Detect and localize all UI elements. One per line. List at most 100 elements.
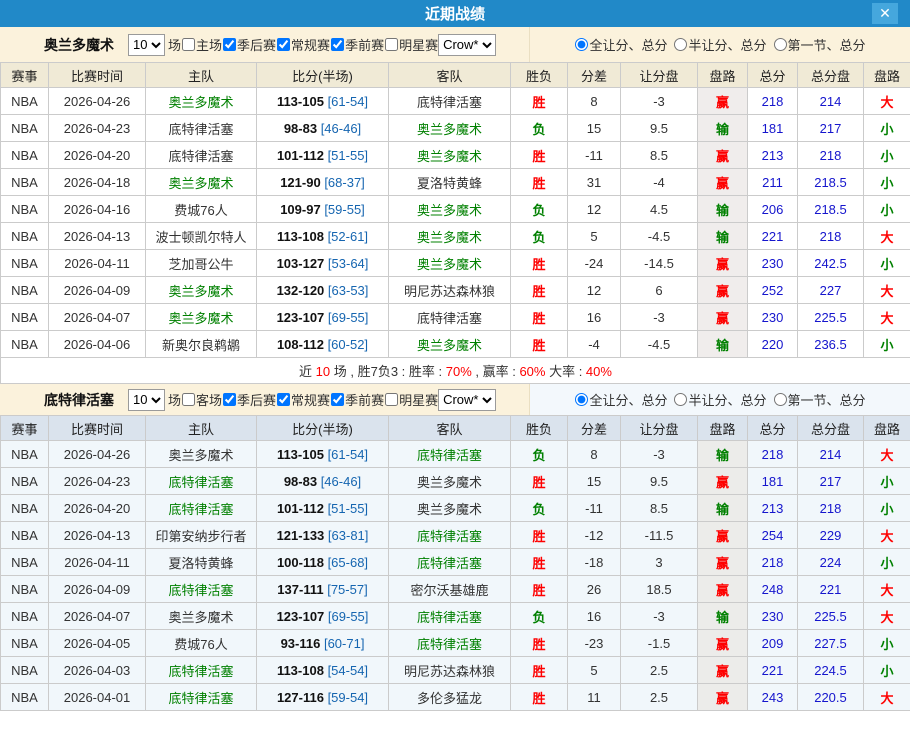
over-under-cell: 小 xyxy=(864,250,910,277)
filter-checkbox-input[interactable] xyxy=(223,393,236,406)
home-team-cell: 底特律活塞 xyxy=(146,684,257,711)
game-row: NBA2026-04-13波士顿凯尔特人113-108 [52-61]奥兰多魔术… xyxy=(1,223,910,250)
score-cell: 123-107 [69-55] xyxy=(257,603,389,630)
odds-mode-radio[interactable]: 第一节、总分 xyxy=(773,35,866,54)
home-team-cell: 底特律活塞 xyxy=(146,495,257,522)
total-line-cell: 218 xyxy=(798,142,864,169)
filter-checkbox[interactable]: 常规赛 xyxy=(276,390,330,409)
filter-checkbox-label: 明星赛 xyxy=(399,35,438,54)
home-team-cell: 奥兰多魔术 xyxy=(146,88,257,115)
home-team-cell: 底特律活塞 xyxy=(146,115,257,142)
date-cell: 2026-04-13 xyxy=(49,522,146,549)
total-points-cell: 252 xyxy=(748,277,798,304)
league-cell: NBA xyxy=(1,441,49,468)
odds-mode-radio[interactable]: 全让分、总分 xyxy=(574,35,667,54)
titlebar: 近期战绩 ✕ xyxy=(0,0,910,27)
column-header: 总分盘 xyxy=(798,63,864,88)
team-section-magic: 奥兰多魔术 10 场 主场季后赛常规赛季前赛明星赛 Crow* 全让分、总分半让… xyxy=(0,27,910,384)
away-team-cell: 底特律活塞 xyxy=(389,630,511,657)
source-select[interactable]: Crow* xyxy=(438,34,496,56)
odds-mode-radio[interactable]: 半让分、总分 xyxy=(673,35,766,54)
date-cell: 2026-04-09 xyxy=(49,277,146,304)
filter-bar: 底特律活塞 10 场 客场季后赛常规赛季前赛明星赛 Crow* 全让分、总分半让… xyxy=(0,384,910,415)
summary-row: 近 10 场 , 胜7负3 : 胜率 : 70% , 赢率 : 60% 大率 :… xyxy=(1,358,910,384)
odds-mode-radio-input[interactable] xyxy=(674,393,687,406)
league-cell: NBA xyxy=(1,657,49,684)
filter-checkbox[interactable]: 季前赛 xyxy=(330,390,384,409)
filter-checkbox[interactable]: 明星赛 xyxy=(384,35,438,54)
column-header: 胜负 xyxy=(511,416,568,441)
filter-checkbox-input[interactable] xyxy=(331,393,344,406)
results-table: 赛事比赛时间主队比分(半场)客队胜负分差让分盘盘路总分总分盘盘路 NBA2026… xyxy=(0,62,910,384)
date-cell: 2026-04-23 xyxy=(49,115,146,142)
handicap-result-cell: 赢 xyxy=(698,657,748,684)
total-points-cell: 230 xyxy=(748,250,798,277)
column-header: 总分盘 xyxy=(798,416,864,441)
filter-checkbox[interactable]: 季后赛 xyxy=(222,35,276,54)
filter-checkbox-input[interactable] xyxy=(385,38,398,51)
filter-checkbox[interactable]: 常规赛 xyxy=(276,35,330,54)
filter-checkbox-input[interactable] xyxy=(277,38,290,51)
date-cell: 2026-04-11 xyxy=(49,549,146,576)
filter-checkbox-input[interactable] xyxy=(182,38,195,51)
odds-mode-radio-label: 全让分、总分 xyxy=(589,390,667,409)
odds-mode-radio[interactable]: 第一节、总分 xyxy=(773,390,866,409)
game-row: NBA2026-04-07奥兰多魔术123-107 [69-55]底特律活塞负1… xyxy=(1,603,910,630)
point-diff-cell: -23 xyxy=(568,630,621,657)
over-under-cell: 小 xyxy=(864,549,910,576)
league-cell: NBA xyxy=(1,630,49,657)
over-under-cell: 小 xyxy=(864,115,910,142)
source-select[interactable]: Crow* xyxy=(438,389,496,411)
handicap-line-cell: 6 xyxy=(621,277,698,304)
away-team-cell: 底特律活塞 xyxy=(389,522,511,549)
handicap-result-cell: 赢 xyxy=(698,630,748,657)
win-loss-cell: 胜 xyxy=(511,522,568,549)
handicap-result-cell: 输 xyxy=(698,495,748,522)
filter-checkbox[interactable]: 季前赛 xyxy=(330,35,384,54)
filter-checkbox[interactable]: 明星赛 xyxy=(384,390,438,409)
handicap-line-cell: 3 xyxy=(621,549,698,576)
filter-checkbox-input[interactable] xyxy=(223,38,236,51)
game-row: NBA2026-04-09奥兰多魔术132-120 [63-53]明尼苏达森林狼… xyxy=(1,277,910,304)
filter-checkbox-input[interactable] xyxy=(385,393,398,406)
close-icon[interactable]: ✕ xyxy=(872,3,898,24)
away-team-cell: 底特律活塞 xyxy=(389,549,511,576)
odds-mode-radio-input[interactable] xyxy=(575,38,588,51)
away-team-cell: 奥兰多魔术 xyxy=(389,196,511,223)
handicap-result-cell: 输 xyxy=(698,603,748,630)
handicap-line-cell: -1.5 xyxy=(621,630,698,657)
odds-mode-radio-input[interactable] xyxy=(774,393,787,406)
odds-mode-radio-input[interactable] xyxy=(575,393,588,406)
over-under-cell: 小 xyxy=(864,169,910,196)
total-line-cell: 224.5 xyxy=(798,657,864,684)
date-cell: 2026-04-13 xyxy=(49,223,146,250)
home-team-cell: 底特律活塞 xyxy=(146,468,257,495)
win-loss-cell: 负 xyxy=(511,495,568,522)
score-cell: 137-111 [75-57] xyxy=(257,576,389,603)
filter-checkbox-input[interactable] xyxy=(277,393,290,406)
league-cell: NBA xyxy=(1,304,49,331)
handicap-line-cell: 2.5 xyxy=(621,657,698,684)
handicap-result-cell: 赢 xyxy=(698,142,748,169)
win-loss-cell: 胜 xyxy=(511,250,568,277)
filter-checkbox[interactable]: 季后赛 xyxy=(222,390,276,409)
handicap-line-cell: -4 xyxy=(621,169,698,196)
odds-mode-radio-input[interactable] xyxy=(674,38,687,51)
game-count-select[interactable]: 10 xyxy=(128,389,165,411)
score-cell: 113-105 [61-54] xyxy=(257,88,389,115)
odds-mode-radio-input[interactable] xyxy=(774,38,787,51)
filter-checkbox-input[interactable] xyxy=(182,393,195,406)
date-cell: 2026-04-06 xyxy=(49,331,146,358)
filter-checkbox[interactable]: 主场 xyxy=(181,35,222,54)
league-cell: NBA xyxy=(1,684,49,711)
score-cell: 113-105 [61-54] xyxy=(257,441,389,468)
point-diff-cell: -12 xyxy=(568,522,621,549)
filter-checkbox[interactable]: 客场 xyxy=(181,390,222,409)
game-count-select[interactable]: 10 xyxy=(128,34,165,56)
odds-mode-radio[interactable]: 全让分、总分 xyxy=(574,390,667,409)
date-cell: 2026-04-09 xyxy=(49,576,146,603)
filter-checkbox-input[interactable] xyxy=(331,38,344,51)
total-points-cell: 211 xyxy=(748,169,798,196)
column-header: 让分盘 xyxy=(621,63,698,88)
odds-mode-radio[interactable]: 半让分、总分 xyxy=(673,390,766,409)
